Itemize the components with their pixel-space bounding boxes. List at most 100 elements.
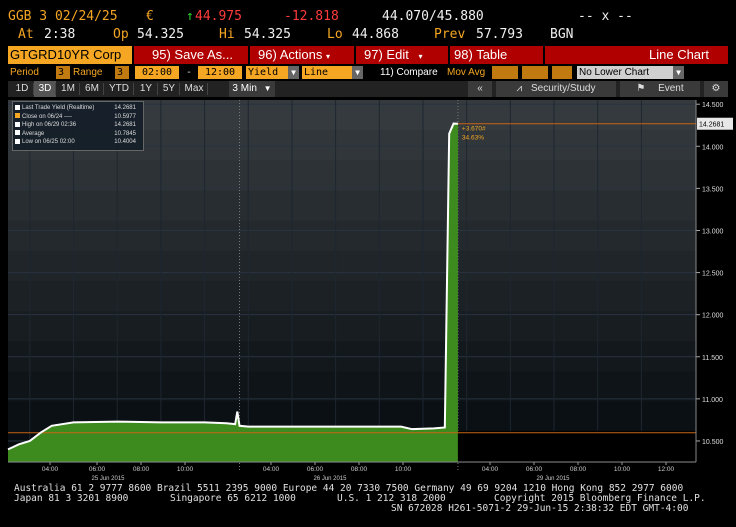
range-dash: - bbox=[186, 67, 193, 78]
chart-type-title: Line Chart bbox=[649, 47, 709, 62]
chart-legend[interactable]: Last Trade Yield (Realtime) 14.2681 Close … bbox=[12, 101, 144, 151]
interval-select[interactable]: 3 Min ▼ bbox=[229, 81, 275, 97]
legend-swatch bbox=[15, 113, 20, 119]
pricing-source: BGN bbox=[550, 27, 574, 42]
net-change: -12.818 bbox=[284, 9, 339, 24]
x-tick-label: 08:00 bbox=[570, 466, 587, 473]
legend-value: 10.5977 bbox=[114, 113, 136, 120]
lower-chart-select[interactable]: No Lower Chart bbox=[577, 66, 673, 79]
open-label: Op bbox=[113, 27, 129, 42]
pct-annotation: 34.63% bbox=[462, 135, 484, 142]
period-field[interactable]: 3 bbox=[56, 66, 70, 79]
x-tick-label: 06:00 bbox=[307, 466, 324, 473]
plot-background-band bbox=[8, 220, 696, 252]
x-tick-label: 08:00 bbox=[351, 466, 368, 473]
save-as-label: Save As... bbox=[174, 47, 233, 62]
plot-background-band bbox=[8, 371, 696, 403]
range-field[interactable]: 3 bbox=[115, 66, 129, 79]
last-value-label: 14.2681 bbox=[699, 122, 724, 129]
end-time-field[interactable]: 12:00 bbox=[198, 66, 242, 79]
field-select[interactable]: Yield bbox=[246, 66, 288, 79]
y-tick-label: 13.500 bbox=[702, 186, 724, 193]
plot-background-band bbox=[8, 250, 696, 282]
chevron-down-icon[interactable]: ▼ bbox=[288, 66, 299, 79]
size-dashes: -- x -- bbox=[578, 9, 633, 24]
event-label: Event bbox=[658, 83, 684, 94]
period-button-max[interactable]: Max bbox=[180, 81, 208, 97]
table-button[interactable]: 98) Table bbox=[454, 46, 507, 64]
period-button-1m[interactable]: 1M bbox=[56, 81, 80, 97]
mov-avg-field-1[interactable] bbox=[492, 66, 518, 79]
period-button-3d[interactable]: 3D bbox=[34, 81, 56, 97]
toolbar-divider bbox=[448, 46, 450, 64]
toolbar-divider bbox=[543, 46, 545, 64]
period-button-1d[interactable]: 1D bbox=[10, 81, 34, 97]
mov-avg-field-3[interactable] bbox=[552, 66, 572, 79]
legend-swatch bbox=[15, 130, 20, 136]
x-tick-label: 04:00 bbox=[42, 466, 59, 473]
quote-ticker: GGB 3 02/24/25 bbox=[8, 9, 118, 24]
period-button-6m[interactable]: 6M bbox=[80, 81, 104, 97]
chart-line-icon: ⩘ bbox=[516, 83, 523, 94]
actions-label: Actions bbox=[279, 47, 323, 62]
collapse-button[interactable]: « bbox=[468, 81, 492, 97]
mov-avg-field-2[interactable] bbox=[522, 66, 548, 79]
legend-row: Close on 06/24 ---- 10.5977 bbox=[15, 113, 139, 121]
prev-label: Prev bbox=[434, 27, 466, 42]
table-key: 98) bbox=[454, 47, 473, 62]
high-value: 54.325 bbox=[244, 27, 291, 42]
legend-label: High on 06/29 02:36 bbox=[22, 122, 77, 128]
footer-singapore: Singapore 65 6212 1000 bbox=[170, 493, 296, 504]
legend-dash: ---- bbox=[62, 113, 73, 120]
period-button-ytd[interactable]: YTD bbox=[104, 81, 134, 97]
x-day-label: 25 Jun 2015 bbox=[91, 476, 125, 482]
compare-label: Compare bbox=[396, 67, 438, 78]
period-button-5y[interactable]: 5Y bbox=[158, 81, 180, 97]
security-study-label: Security/Study bbox=[530, 83, 596, 94]
function-toolbar: GTGRD10YR Corp 95) Save As... 96) Action… bbox=[8, 46, 728, 64]
legend-value: 10.4004 bbox=[114, 139, 136, 145]
chevron-down-icon[interactable]: ▼ bbox=[673, 66, 684, 79]
event-button[interactable]: ⚑ Event bbox=[620, 81, 700, 97]
x-day-label: 26 Jun 2015 bbox=[313, 476, 347, 482]
save-as-button[interactable]: 95) Save As... bbox=[152, 46, 233, 64]
security-study-button[interactable]: ⩘ Security/Study bbox=[496, 81, 616, 97]
chevron-down-icon: ▼ bbox=[263, 84, 272, 93]
x-tick-label: 10:00 bbox=[177, 466, 194, 473]
gear-icon[interactable]: ⚙ bbox=[704, 81, 728, 97]
footer-session-info: SN 672028 H261-5071-2 29-Jun-15 2:38:32 … bbox=[391, 503, 689, 514]
yield-chart[interactable]: 14.500 14.000 13.500 13.000 12.500 12.000 11.5… bbox=[0, 97, 736, 482]
high-label: Hi bbox=[219, 27, 235, 42]
legend-swatch bbox=[15, 121, 20, 127]
x-day-label: 29 Jun 2015 bbox=[536, 476, 570, 482]
plot-background-band bbox=[8, 190, 696, 222]
start-time-field[interactable]: 02:00 bbox=[135, 66, 179, 79]
security-field[interactable]: GTGRD10YR Corp bbox=[8, 46, 132, 64]
legend-label: Average bbox=[22, 130, 45, 137]
actions-button[interactable]: 96) Actions ▾ bbox=[258, 46, 330, 64]
style-select[interactable]: Line bbox=[302, 66, 352, 79]
post-session-region bbox=[457, 430, 696, 462]
save-as-key: 95) bbox=[152, 47, 171, 62]
flag-icon: ⚑ bbox=[636, 83, 646, 94]
period-button-1y[interactable]: 1Y bbox=[134, 81, 158, 97]
legend-row: Last Trade Yield (Realtime) 14.2681 bbox=[15, 104, 139, 112]
plot-background-band bbox=[8, 160, 696, 192]
change-annotation: +3.670# bbox=[462, 126, 486, 133]
period-button-row: 1D 3D 1M 6M YTD 1Y 5Y Max 3 Min ▼ « ⩘ Security/… bbox=[8, 81, 728, 97]
legend-value: 14.2681 bbox=[114, 105, 136, 111]
plot-background-band bbox=[8, 311, 696, 343]
x-tick-label: 04:00 bbox=[263, 466, 280, 473]
x-tick-label: 08:00 bbox=[133, 466, 150, 473]
footer-japan: Japan 81 3 3201 8900 bbox=[14, 493, 129, 504]
edit-button[interactable]: 97) Edit ▾ bbox=[364, 46, 422, 64]
at-time: 2:38 bbox=[44, 27, 76, 42]
compare-button[interactable]: 11) Compare bbox=[380, 65, 438, 80]
compare-key: 11) bbox=[380, 67, 394, 78]
period-separator bbox=[207, 83, 208, 95]
legend-value: 10.7845 bbox=[114, 130, 136, 137]
y-tick-label: 11.000 bbox=[702, 397, 723, 404]
legend-row: High on 06/29 02:36 14.2681 bbox=[15, 121, 139, 129]
chevron-down-icon[interactable]: ▼ bbox=[352, 66, 363, 79]
chevron-down-icon: ▾ bbox=[418, 52, 423, 61]
